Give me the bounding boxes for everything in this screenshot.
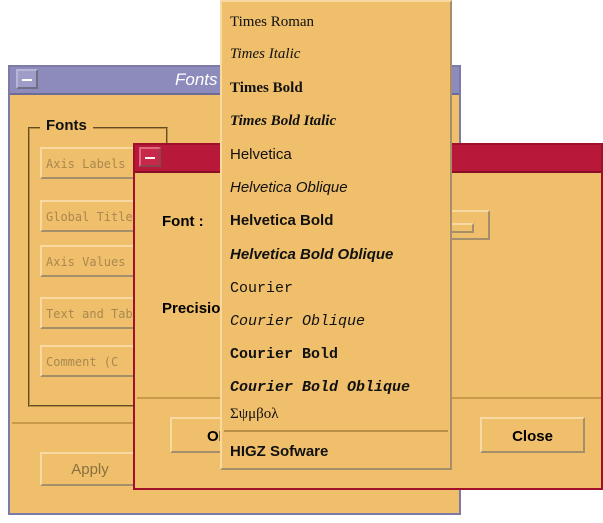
menu-item-helvetica-bold-oblique[interactable]: Helvetica Bold Oblique: [230, 239, 393, 271]
menu-item-higz-software[interactable]: HIGZ Sofware: [230, 436, 328, 468]
menu-item-times-bold[interactable]: Times Bold: [230, 72, 303, 104]
menu-item-helvetica-bold[interactable]: Helvetica Bold: [230, 205, 333, 237]
menu-item-courier-bold[interactable]: Courier Bold: [230, 339, 338, 371]
apply-button[interactable]: Apply: [40, 452, 140, 486]
fonts-group-label: Fonts: [40, 117, 93, 134]
menu-item-times-italic[interactable]: Times Italic: [230, 38, 300, 70]
menu-item-symbol[interactable]: Σψμβολ: [230, 398, 279, 430]
close-button[interactable]: Close: [480, 417, 585, 453]
menu-separator: [224, 430, 448, 432]
font-label: Font :: [162, 213, 204, 230]
dialog-menu-button[interactable]: [139, 147, 161, 167]
menu-item-helvetica-oblique[interactable]: Helvetica Oblique: [230, 172, 348, 204]
window-menu-button[interactable]: [16, 69, 38, 89]
menu-item-times-roman[interactable]: Times Roman: [230, 6, 314, 38]
font-popup-menu: Times Roman Times Italic Times Bold Time…: [220, 0, 452, 470]
fonts-window-title: Fonts: [175, 70, 218, 89]
menu-item-times-bold-italic[interactable]: Times Bold Italic: [230, 105, 336, 137]
menu-item-courier-oblique[interactable]: Courier Oblique: [230, 306, 365, 338]
menu-item-courier[interactable]: Courier: [230, 273, 293, 305]
menu-item-helvetica[interactable]: Helvetica: [230, 139, 292, 171]
